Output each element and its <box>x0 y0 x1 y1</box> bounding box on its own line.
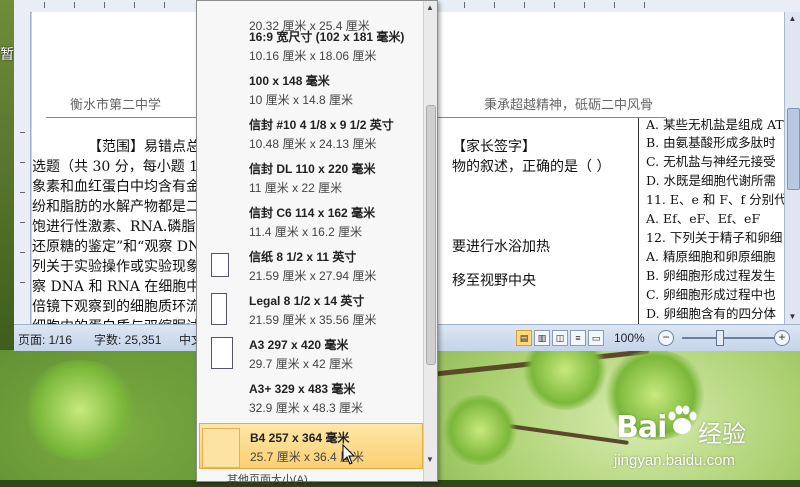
menu-item-page-size[interactable]: 100 x 148 毫米 10 厘米 x 14.8 厘米 <box>197 67 423 111</box>
page-size-name: Legal 8 1/2 x 14 英寸 <box>249 294 365 308</box>
document-scrollbar[interactable]: ▲ ▼ <box>784 12 800 324</box>
menu-item-page-size[interactable]: 16:9 宽尺寸 (102 x 181 毫米) 10.16 厘米 x 18.06… <box>197 23 423 67</box>
page-size-name: 信封 DL 110 x 220 毫米 <box>249 162 376 176</box>
header-right: 秉承超越精神，砥砺二中风骨 <box>484 97 654 112</box>
scroll-up-icon[interactable]: ▲ <box>426 3 434 12</box>
zoom-slider-knob[interactable] <box>716 330 724 346</box>
doc-line: B. 卵细胞形成过程发生 <box>646 268 776 283</box>
page-size-dims: 11 厘米 x 22 厘米 <box>249 181 343 195</box>
page-size-dims: 10.48 厘米 x 24.13 厘米 <box>249 137 377 151</box>
menu-item-page-size-selected[interactable]: B4 257 x 364 毫米 25.7 厘米 x 36.4 厘米 <box>199 423 423 469</box>
baidu-watermark: Bai 经验 jingyan.baidu.com <box>598 396 798 480</box>
doc-line: 细胞内的蛋白质与双缩脲试 <box>32 316 200 324</box>
outline-view-icon[interactable]: ≡ <box>570 330 586 346</box>
page-size-dims: 10.16 厘米 x 18.06 厘米 <box>249 49 377 63</box>
doc-line: 物的叙述，正确的是（ ） <box>452 159 611 175</box>
doc-line: 纷和脂肪的水解产物都是二 <box>32 199 200 215</box>
zoom-out-icon[interactable]: − <box>658 330 674 346</box>
header-left: 衡水市第二中学 <box>70 97 162 112</box>
word-count[interactable]: 字数: 25,351 <box>94 331 161 348</box>
page-size-name: 16:9 宽尺寸 (102 x 181 毫米) <box>249 30 405 44</box>
column-divider <box>638 118 639 324</box>
zoom-in-icon[interactable]: + <box>774 330 790 346</box>
menu-scroll-thumb[interactable] <box>426 105 436 365</box>
page-size-name: A3 297 x 420 毫米 <box>249 338 349 352</box>
doc-line: 12. 下列关于精子和卵细 <box>646 230 783 245</box>
page-size-name: 信封 #10 4 1/8 x 9 1/2 英寸 <box>249 118 394 132</box>
menu-item-page-size[interactable]: 信封 C6 114 x 162 毫米 11.4 厘米 x 16.2 厘米 <box>197 199 423 243</box>
page-count[interactable]: 页面: 1/16 <box>18 331 72 348</box>
page-size-menu: 20.32 厘米 x 25.4 厘米 16:9 宽尺寸 (102 x 181 毫… <box>196 0 438 486</box>
doc-line: 要进行水浴加热 <box>452 239 550 255</box>
page-size-dims: 29.7 厘米 x 42 厘米 <box>249 357 354 371</box>
page-size-name: 信纸 8 1/2 x 11 英寸 <box>249 250 357 264</box>
watermark-brand-right: 经验 <box>698 421 746 448</box>
vertical-ruler[interactable] <box>14 12 31 324</box>
doc-line: 象素和血红蛋白中均含有金 <box>32 179 200 195</box>
draft-view-icon[interactable]: ▭ <box>588 330 604 346</box>
doc-line: 11. E、e 和 F、f 分别代 <box>646 192 784 207</box>
doc-line: B. 由氨基酸形成多肽时 <box>646 135 776 150</box>
scroll-thumb[interactable] <box>787 108 800 190</box>
page-size-name: 100 x 148 毫米 <box>249 74 330 88</box>
doc-line: A. Ef、eF、Ef、eF <box>646 211 761 226</box>
print-layout-icon[interactable]: ▤ <box>516 330 532 346</box>
page-size-dims: 21.59 厘米 x 27.94 厘米 <box>249 269 377 283</box>
more-page-sizes-link[interactable]: 其他页面大小(A)... <box>227 471 317 487</box>
page-icon <box>211 293 227 325</box>
doc-line: 选题（共 30 分，每小题 1 分 <box>32 159 217 175</box>
page-size-dims: 21.59 厘米 x 35.56 厘米 <box>249 313 377 327</box>
scroll-down-icon[interactable]: ▼ <box>787 311 798 322</box>
page-size-name: A3+ 329 x 483 毫米 <box>249 382 356 396</box>
page-icon <box>202 428 240 468</box>
doc-line: A. 某些无机盐是组成 AT <box>646 117 784 132</box>
doc-line: 饱进行性激素、RNA.磷脂等 <box>32 219 210 235</box>
watermark-url: jingyan.baidu.com <box>614 452 735 469</box>
page-size-name: 信封 C6 114 x 162 毫米 <box>249 206 376 220</box>
page-size-dims: 11.4 厘米 x 16.2 厘米 <box>249 225 363 239</box>
menu-item-page-size[interactable]: A3+ 329 x 483 毫米 32.9 厘米 x 48.3 厘米 <box>197 375 423 419</box>
menu-item-page-size[interactable]: 信封 DL 110 x 220 毫米 11 厘米 x 22 厘米 <box>197 155 423 199</box>
page-size-dims: 32.9 厘米 x 48.3 厘米 <box>249 401 364 415</box>
page-size-dims: 10 厘米 x 14.8 厘米 <box>249 93 354 107</box>
menu-item-page-size[interactable]: 信纸 8 1/2 x 11 英寸 21.59 厘米 x 27.94 厘米 <box>197 243 423 287</box>
doc-line: D. 水既是细胞代谢所需 <box>646 173 777 188</box>
doc-line: A. 精原细胞和卵原细胞 <box>646 249 776 264</box>
page-size-name: B4 257 x 364 毫米 <box>250 431 350 445</box>
doc-line: C. 无机盐与神经元接受 <box>646 154 776 169</box>
doc-line: 【家长签字】 <box>452 139 536 155</box>
baidu-paw-icon <box>668 405 697 434</box>
page-icon <box>211 337 233 369</box>
menu-item-page-size[interactable]: 信封 #10 4 1/8 x 9 1/2 英寸 10.48 厘米 x 24.13… <box>197 111 423 155</box>
zoom-level[interactable]: 100% <box>614 331 645 345</box>
page-icon <box>211 253 229 277</box>
doc-line: 【范围】易错点总 <box>88 139 200 155</box>
needle-cluster <box>440 395 520 465</box>
scroll-up-icon[interactable]: ▲ <box>787 13 798 24</box>
menu-scrollbar[interactable]: ▲ ▼ <box>423 1 437 481</box>
doc-line: 倍镜下观察到的细胞质环流 <box>32 299 200 315</box>
scroll-down-icon[interactable]: ▼ <box>426 455 434 464</box>
web-layout-icon[interactable]: ◫ <box>552 330 568 346</box>
full-screen-reading-icon[interactable]: ▥ <box>534 330 550 346</box>
watermark-brand-left: Bai <box>616 410 667 445</box>
needle-cluster <box>20 360 140 460</box>
doc-line: 还原糖的鉴定”和“观察 DN <box>32 239 201 255</box>
doc-line: 移至视野中央 <box>452 273 536 289</box>
menu-item-page-size[interactable]: A3 297 x 420 毫米 29.7 厘米 x 42 厘米 <box>197 331 423 375</box>
menu-item-page-size[interactable]: Legal 8 1/2 x 14 英寸 21.59 厘米 x 35.56 厘米 <box>197 287 423 331</box>
doc-line: 列关于实验操作或实验现象 <box>32 259 200 275</box>
doc-line: D. 卵细胞含有的四分体 <box>646 306 777 321</box>
doc-line: C. 卵细胞形成过程中也 <box>646 287 776 302</box>
